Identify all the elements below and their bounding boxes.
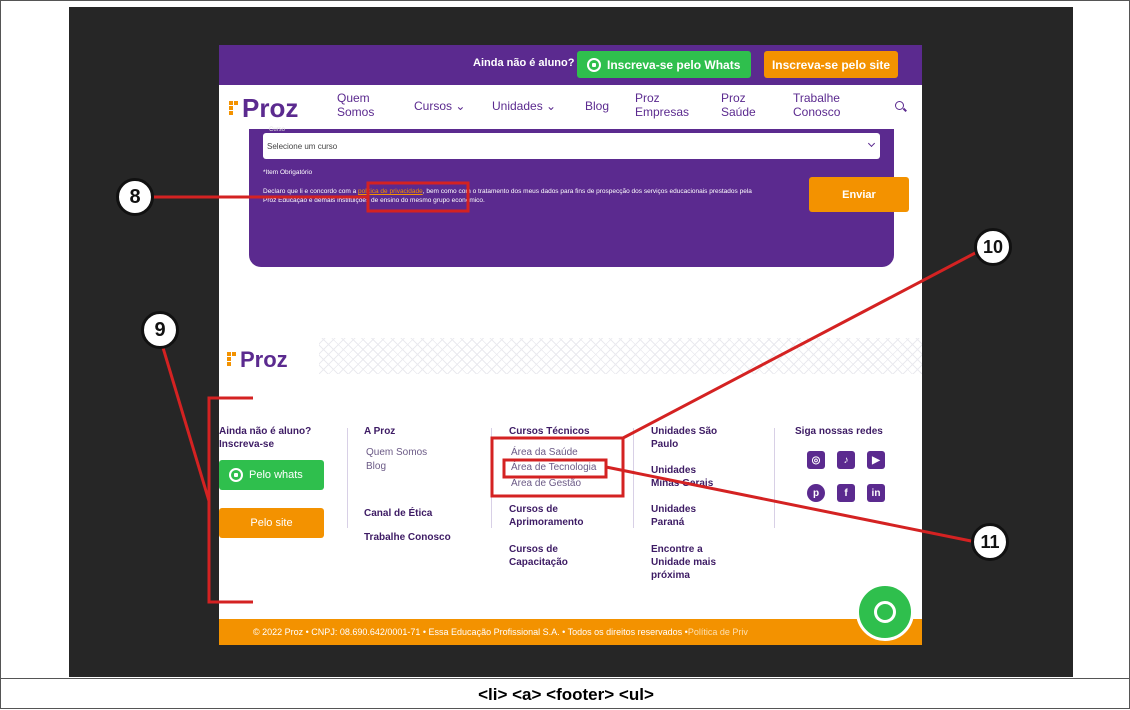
top-bar: Ainda não é aluno? Inscreva-se pelo What… [219,45,922,85]
whatsapp-icon [874,601,896,623]
proz-logo-icon [229,100,239,117]
nav-proz-empresas[interactable]: Proz Empresas [635,91,695,119]
footer-divider [491,428,492,528]
footer-cursos-tecnicos[interactable]: Cursos Técnicos [509,425,590,438]
required-note: *Item Obrigatório [263,169,313,176]
annotation-number-11: 11 [971,523,1009,561]
nav-quem-somos[interactable]: Quem Somos [337,91,387,119]
whatsapp-float-button[interactable] [856,583,914,641]
nav-blog[interactable]: Blog [585,99,609,113]
footer-link-area-tecnologia[interactable]: Área de Tecnologia [511,461,596,474]
chevron-down-icon: ⌄ [546,99,557,113]
chevron-down-icon: ⌄ [455,99,466,113]
footer-divider [347,428,348,528]
site-signup-button[interactable]: Inscreva-se pelo site [764,51,898,78]
nav-trabalhe-conosco[interactable]: Trabalhe Conosco [793,91,853,119]
footer-cursos-aprimoramento[interactable]: Cursos de Aprimoramento [509,503,609,529]
consent-text: Declaro que li e concordo com a política… [263,188,752,204]
nav-proz-saude[interactable]: Proz Saúde [721,91,761,119]
proz-logo-icon [227,352,237,368]
website-page: Ainda não é aluno? Inscreva-se pelo What… [219,45,922,645]
footer-divider [774,428,775,528]
footer-cta-question: Ainda não é aluno? Inscreva-se [219,426,312,450]
footer-unidades-pr[interactable]: Unidades Paraná [651,503,721,529]
search-icon[interactable] [895,101,904,110]
footer-encontre-unidade[interactable]: Encontre a Unidade mais próxima [651,543,731,582]
decorative-pattern [319,338,922,374]
submit-button[interactable]: Enviar [809,177,909,212]
whats-signup-button[interactable]: Inscreva-se pelo Whats [577,51,751,78]
top-bar-question: Ainda não é aluno? [473,57,575,69]
footer-unidades-sp[interactable]: Unidades São Paulo [651,425,721,451]
footer-divider [633,428,634,528]
whatsapp-icon [587,57,601,72]
privacy-policy-link[interactable]: política de privacidade [358,188,423,195]
linkedin-icon[interactable]: in [867,484,885,502]
nav-cursos[interactable]: Cursos ⌄ [414,99,465,113]
annotation-number-9: 9 [141,311,179,349]
chevron-down-icon [867,139,876,148]
footer-link-quem-somos[interactable]: Quem Somos [366,446,427,459]
curso-select[interactable]: Selecione um curso [263,133,880,159]
youtube-icon[interactable]: ▶ [867,451,885,469]
annotation-number-8: 8 [116,178,154,216]
footer-whats-button[interactable]: Pelo whats [219,460,324,490]
whatsapp-icon [229,468,243,482]
footer-site-button[interactable]: Pelo site [219,508,324,538]
footer-link-area-saude[interactable]: Área da Saúde [511,446,578,459]
main-nav: Proz Quem Somos Cursos ⌄ Unidades ⌄ Blog… [219,85,922,129]
document-frame: Ainda não é aluno? Inscreva-se pelo What… [0,0,1130,709]
instagram-icon[interactable]: ◎ [807,451,825,469]
pinterest-icon[interactable]: p [807,484,825,502]
copyright-bar: © 2022 Proz • CNPJ: 08.690.642/0001-71 •… [219,619,922,645]
annotation-number-10: 10 [974,228,1012,266]
privacy-policy-footer-link[interactable]: Política de Priv [688,627,748,637]
footer-logo[interactable]: Proz [227,347,288,373]
footer-canal-etica[interactable]: Canal de Ética [364,507,432,520]
caption: <li> <a> <footer> <ul> [1,678,1130,710]
facebook-icon[interactable]: f [837,484,855,502]
footer-unidades-mg[interactable]: Unidades Minas Gerais [651,464,721,490]
footer-link-area-gestao[interactable]: Área de Gestão [511,477,581,490]
nav-unidades[interactable]: Unidades ⌄ [492,99,556,113]
lead-form-panel: Curso Selecione um curso *Item Obrigatór… [249,127,909,267]
footer-link-blog[interactable]: Blog [366,460,386,473]
footer-cursos-capacitacao[interactable]: Cursos de Capacitação [509,543,589,569]
proz-logo[interactable]: Proz [229,93,298,124]
whats-signup-label: Inscreva-se pelo Whats [607,57,741,72]
footer-aproz-title[interactable]: A Proz [364,425,395,438]
footer-social-title: Siga nossas redes [795,426,883,437]
footer-trabalhe-conosco[interactable]: Trabalhe Conosco [364,531,451,544]
tiktok-icon[interactable]: ♪ [837,451,855,469]
copyright-text: © 2022 Proz • CNPJ: 08.690.642/0001-71 •… [253,627,688,637]
